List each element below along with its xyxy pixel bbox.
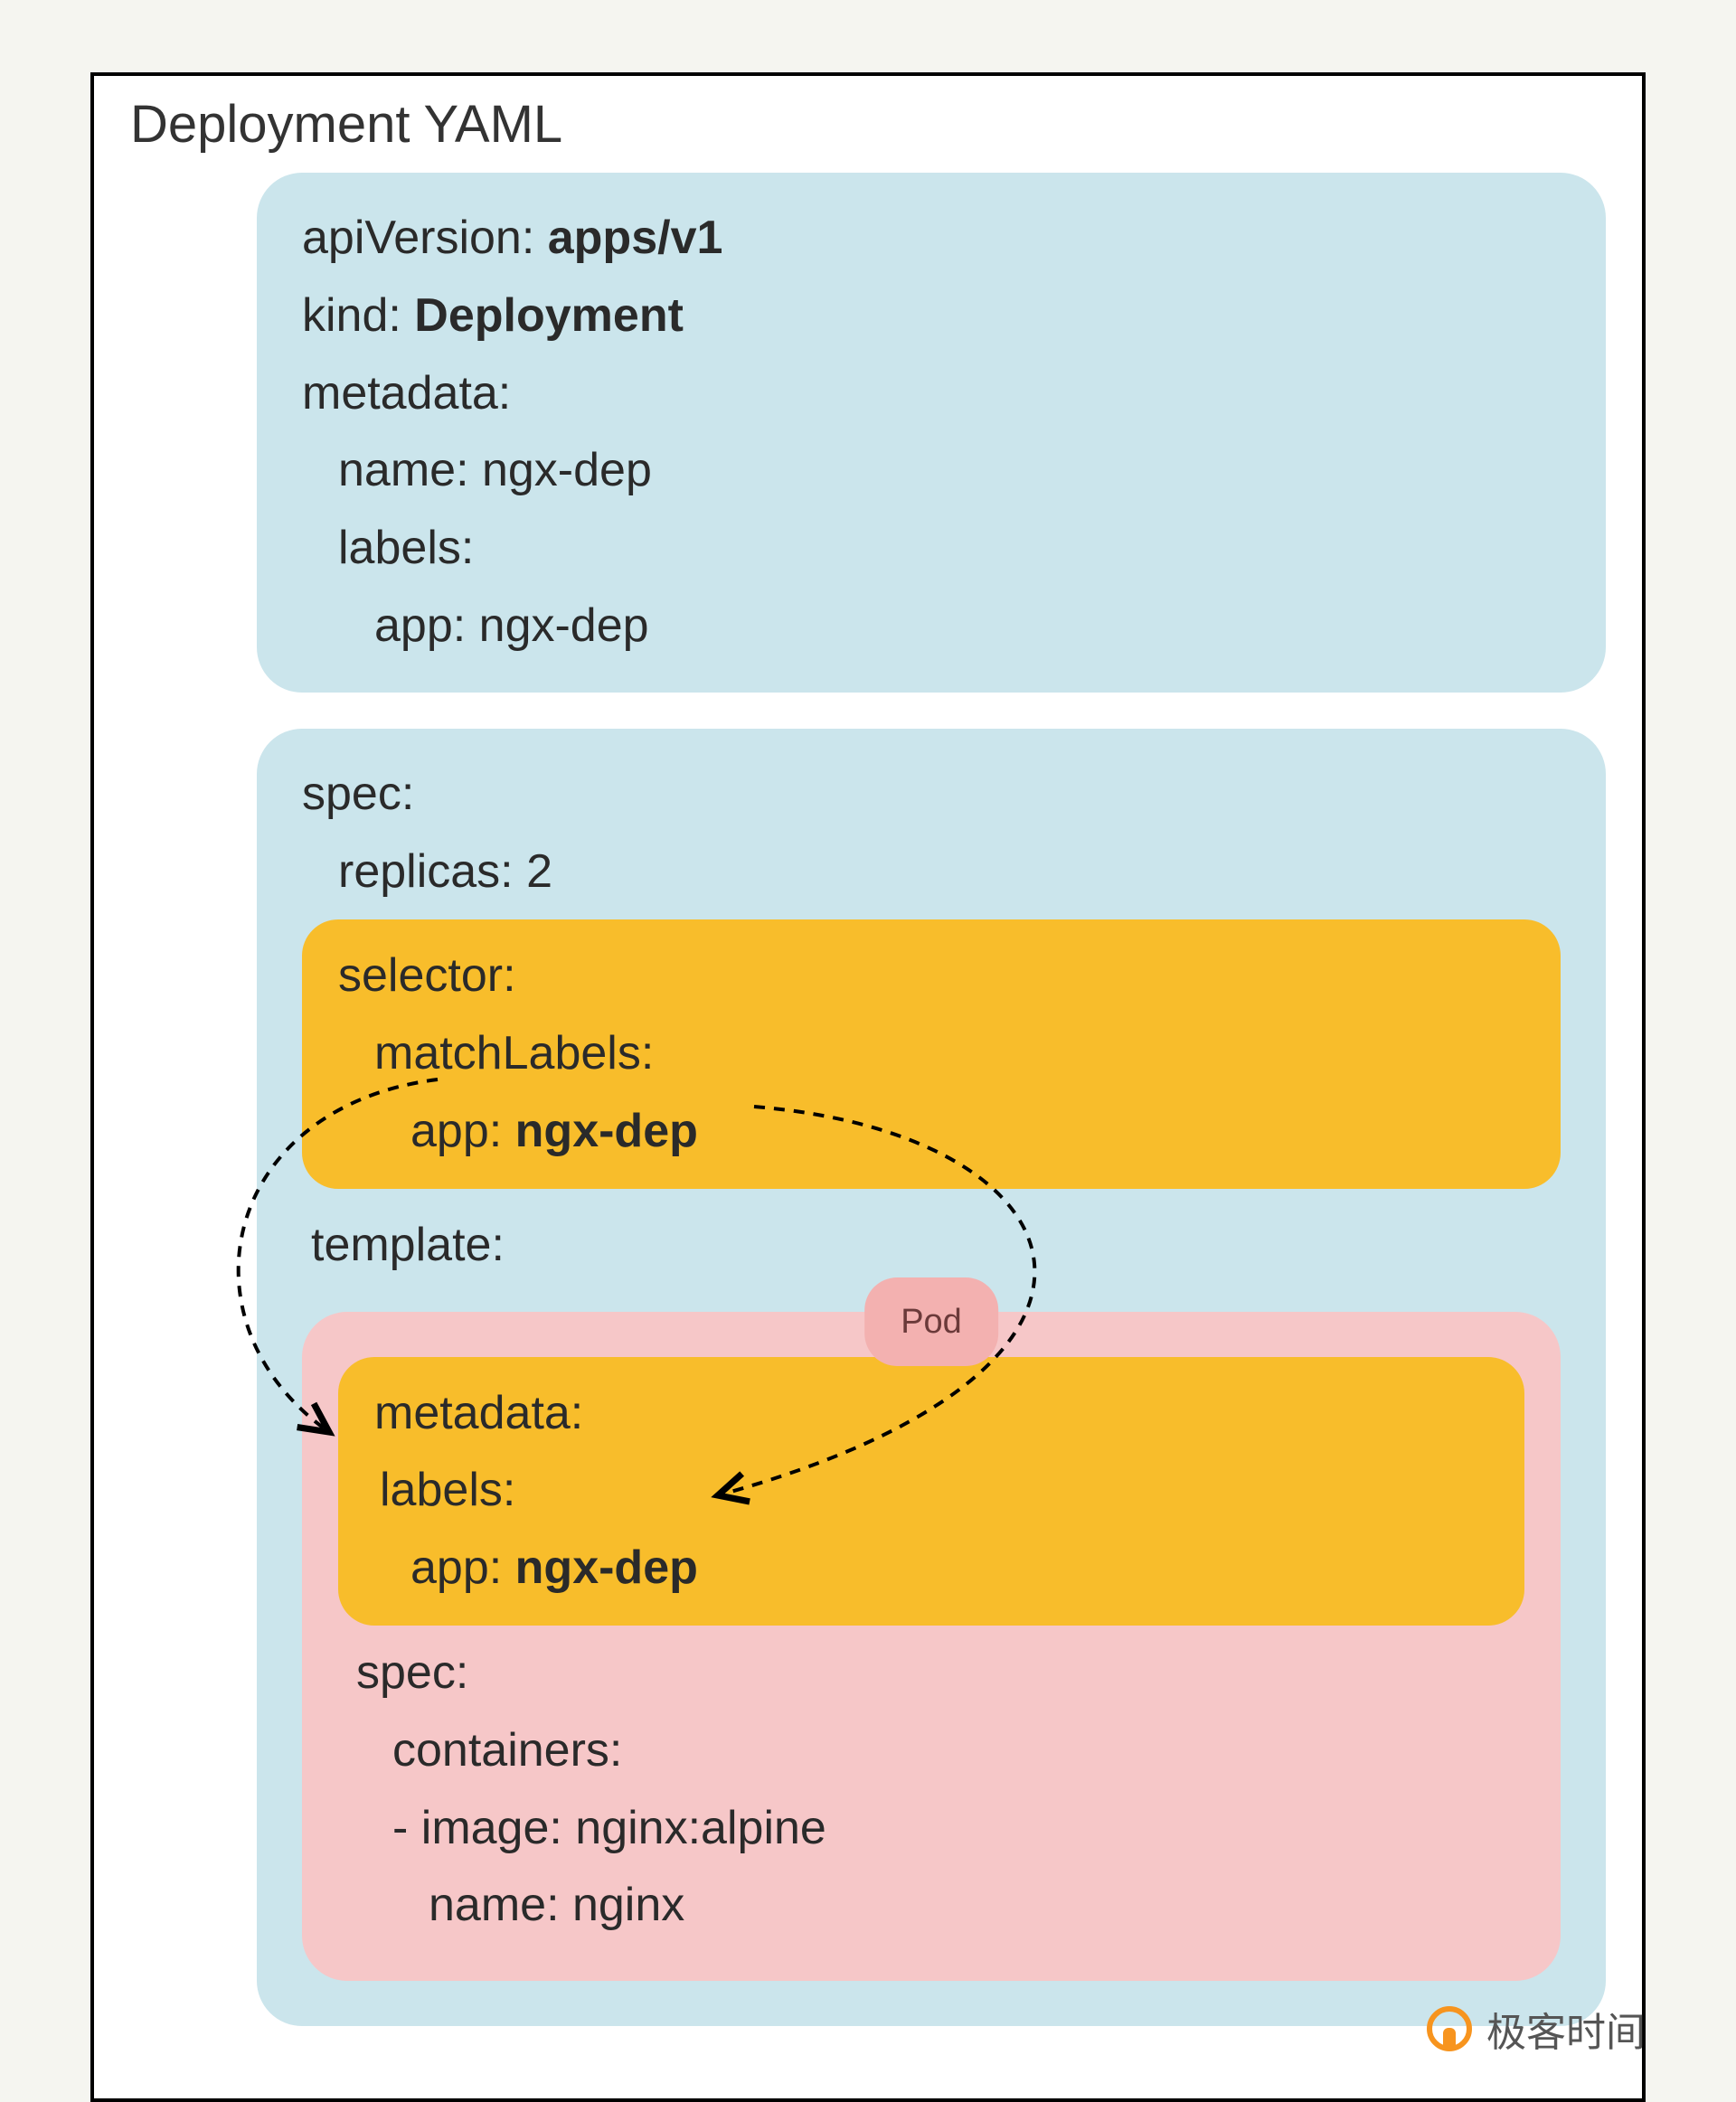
container-image: - image: nginx:alpine [338, 1790, 1524, 1868]
watermark-text: 极客时间 [1486, 2000, 1646, 2058]
yaml-header-block: apiVersion: apps/v1 kind: Deployment met… [257, 173, 1606, 693]
selector-key: selector: [338, 938, 1524, 1015]
diagram-title: Deployment YAML [130, 94, 1606, 155]
containers-key: containers: [338, 1712, 1524, 1790]
selector-block: selector: matchLabels: app: ngx-dep [302, 919, 1561, 1188]
metadata-labels-app: app: ngx-dep [302, 588, 1561, 665]
pod-badge: Pod [864, 1277, 998, 1367]
matchlabels-key: matchLabels: [338, 1015, 1524, 1093]
container-name: name: nginx [338, 1867, 1524, 1945]
metadata-name: name: ngx-dep [302, 432, 1561, 510]
apiversion-line: apiVersion: apps/v1 [302, 200, 1561, 278]
spec-key: spec: [302, 756, 1561, 834]
yaml-spec-block: spec: replicas: 2 selector: matchLabels:… [257, 729, 1606, 2026]
deployment-yaml-diagram: Deployment YAML apiVersion: apps/v1 kind… [90, 72, 1646, 2102]
template-spec-key: spec: [338, 1635, 1524, 1712]
geektime-logo-icon [1427, 2006, 1472, 2051]
template-metadata-key: metadata: [374, 1375, 1488, 1453]
template-pod-block: Pod metadata: labels: app: ngx-dep spec:… [302, 1312, 1561, 1982]
metadata-labels-key: labels: [302, 510, 1561, 588]
replicas-line: replicas: 2 [302, 834, 1561, 911]
watermark: 极客时间 [1427, 2000, 1646, 2058]
metadata-key: metadata: [302, 355, 1561, 433]
selector-app-line: app: ngx-dep [338, 1093, 1524, 1171]
template-app-line: app: ngx-dep [374, 1530, 1488, 1607]
kind-line: kind: Deployment [302, 278, 1561, 355]
template-key: template: [311, 1207, 1561, 1285]
template-labels-key: labels: [374, 1452, 1488, 1530]
template-metadata-block: metadata: labels: app: ngx-dep [338, 1357, 1524, 1626]
